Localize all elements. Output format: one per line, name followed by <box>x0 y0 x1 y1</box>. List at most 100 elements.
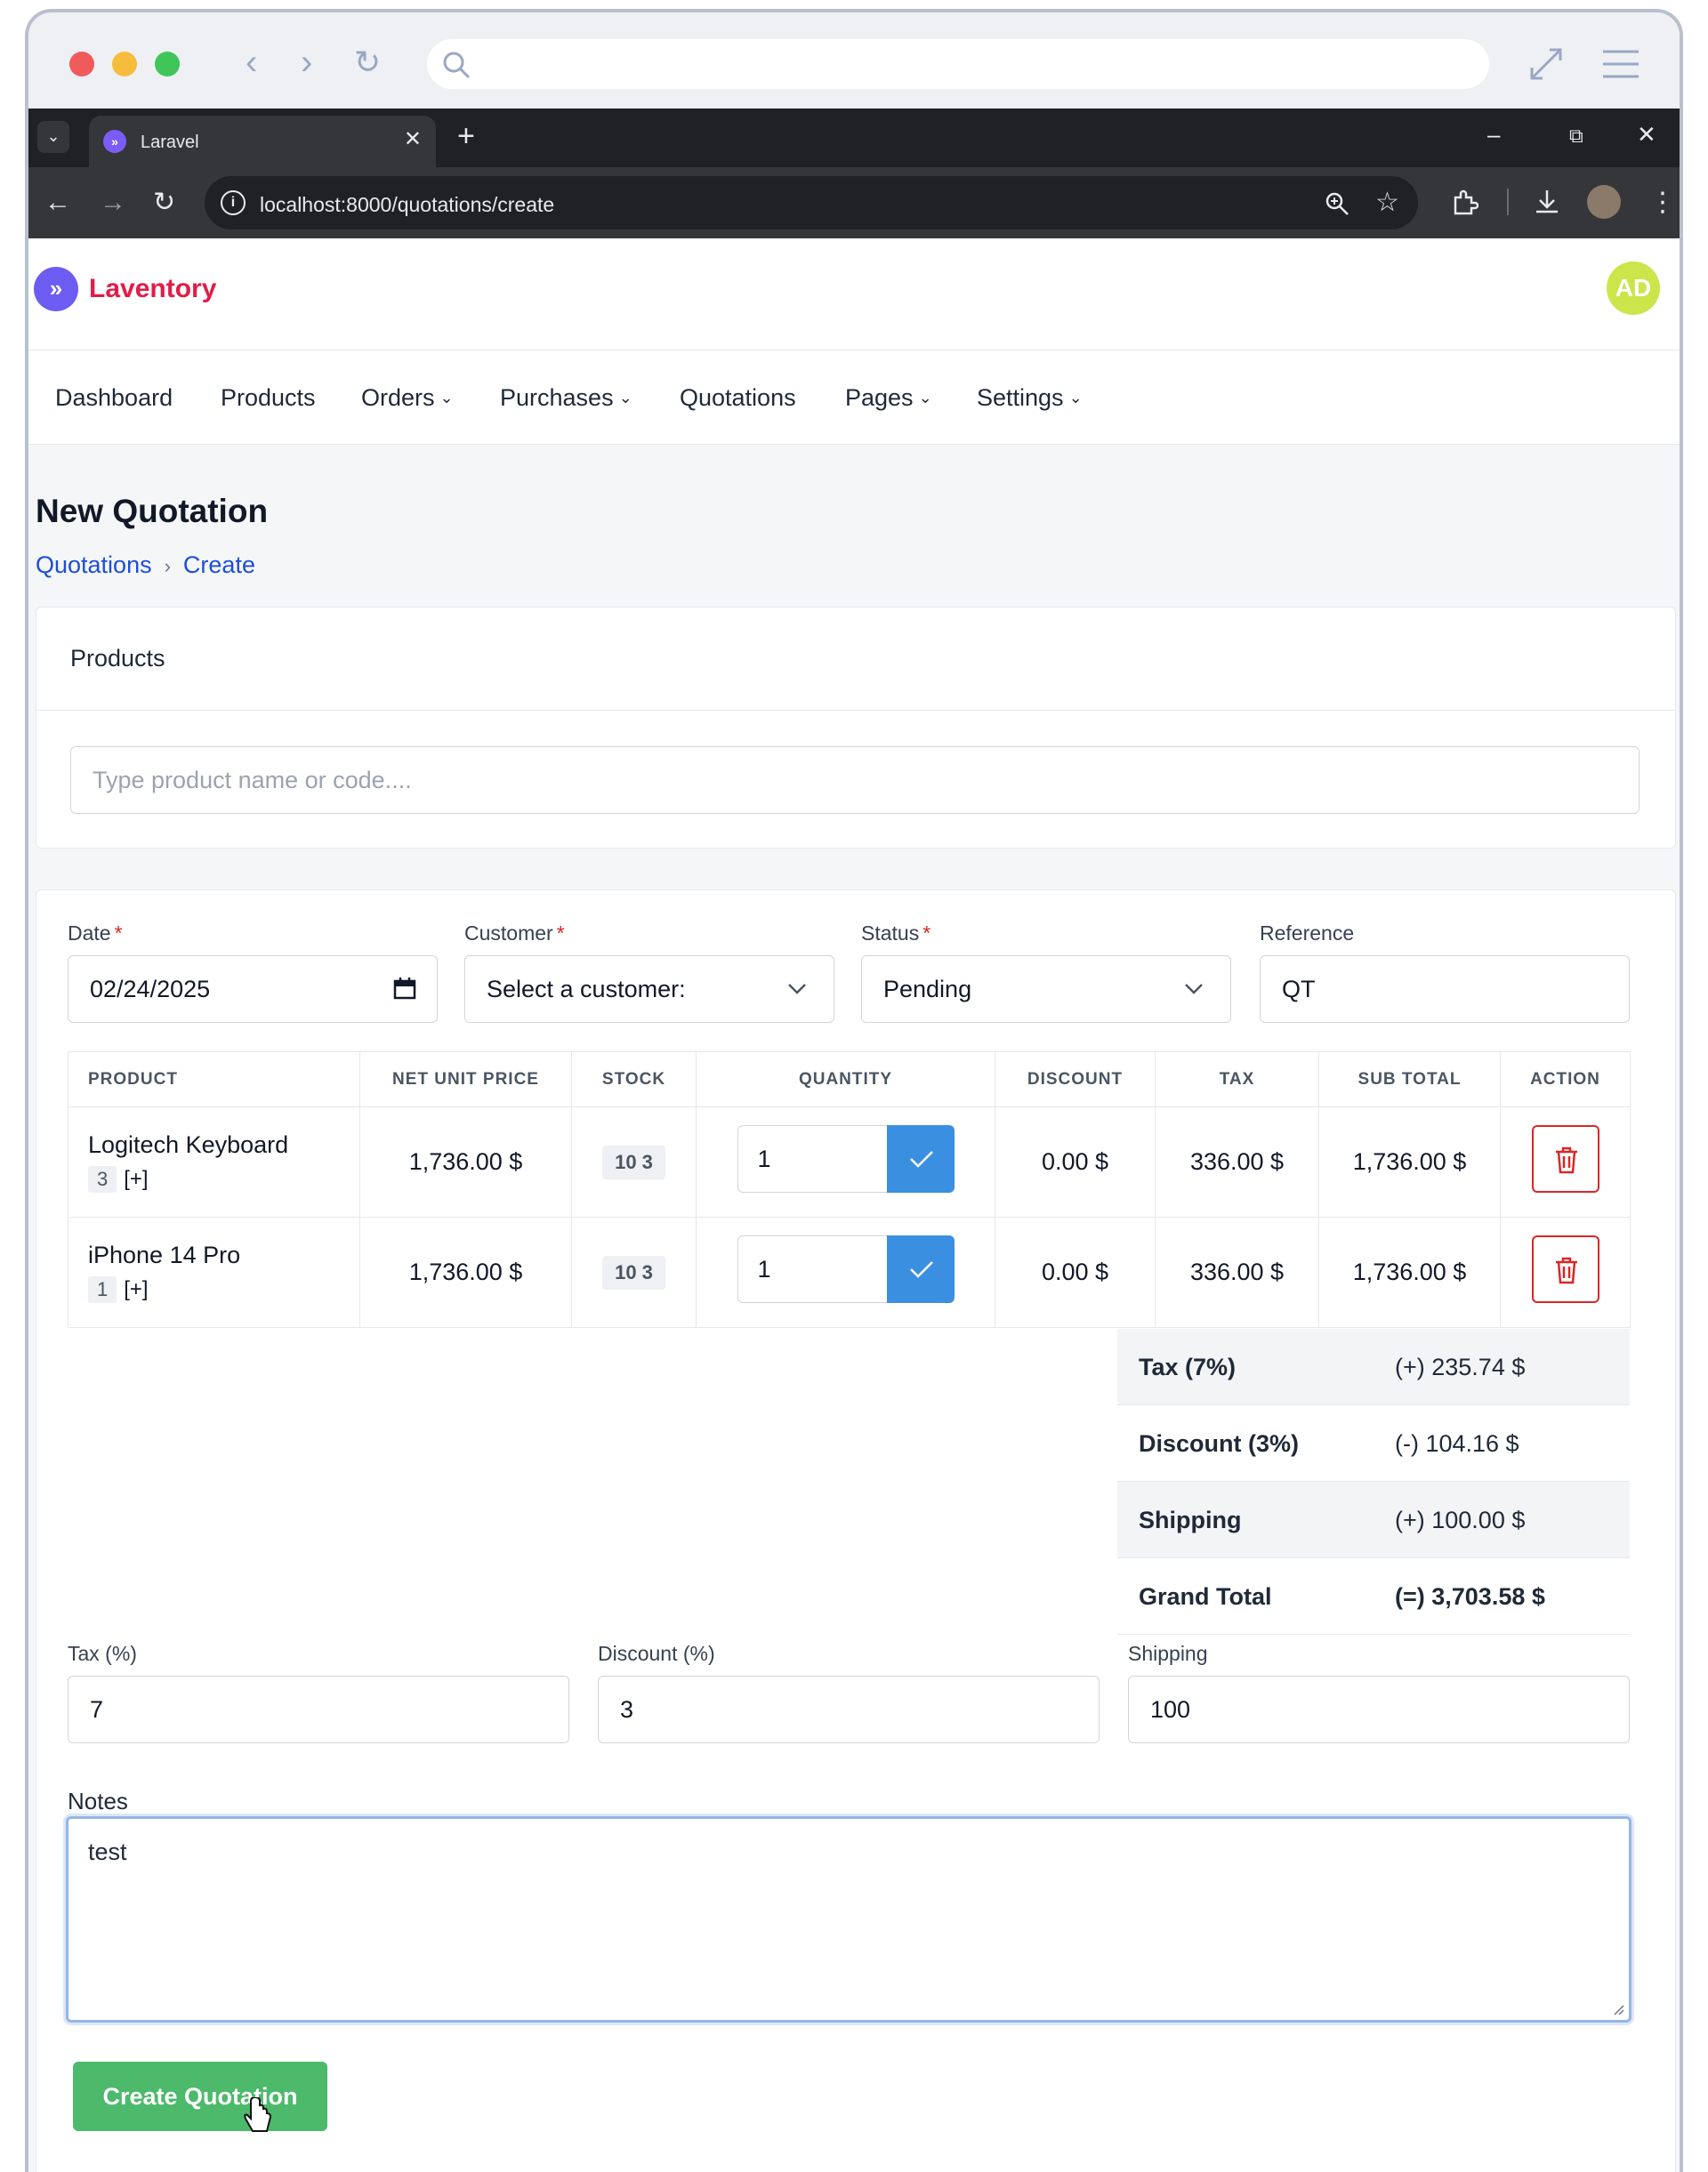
status-select[interactable]: Pending <box>861 955 1231 1023</box>
delete-item-button[interactable] <box>1531 1235 1599 1303</box>
status-label: Status * <box>861 921 931 945</box>
chevron-down-icon: ⌄ <box>618 389 632 406</box>
summary-shipping-value: (+) 100.00 $ <box>1395 1507 1526 1533</box>
nav-purchases[interactable]: Purchases ⌄ <box>500 384 632 412</box>
hand-cursor-icon <box>244 2097 272 2132</box>
notes-textarea[interactable]: test <box>66 1816 1631 2023</box>
forward-arrow-icon[interactable]: → <box>100 185 126 221</box>
close-tab-icon[interactable]: ✕ <box>404 126 422 152</box>
date-value: 02/24/2025 <box>90 976 211 1002</box>
subtotal-cell: 1,736.00 $ <box>1318 1106 1501 1218</box>
tax-percent-value: 7 <box>90 1696 104 1723</box>
expand-icon[interactable] <box>1528 46 1564 82</box>
column-header: NET UNIT PRICE <box>359 1051 572 1107</box>
date-input[interactable]: 02/24/2025 <box>68 955 438 1023</box>
quantity-cell: 1 <box>696 1106 995 1218</box>
discount-percent-value: 3 <box>620 1696 634 1723</box>
browser-tab[interactable]: » Laravel ✕ <box>89 116 436 167</box>
table-row: iPhone 14 Pro 1 [+] 1,736.00 $ 10 3 1 0.0… <box>68 1217 1631 1328</box>
action-cell <box>1500 1217 1631 1328</box>
trash-icon <box>1555 1146 1577 1174</box>
breadcrumb-quotations[interactable]: Quotations <box>36 551 152 578</box>
breadcrumb-create[interactable]: Create <box>183 551 255 578</box>
bookmark-star-icon[interactable]: ☆ <box>1375 185 1399 221</box>
zoom-icon[interactable] <box>1324 190 1350 217</box>
nav-orders[interactable]: Orders ⌄ <box>361 384 454 412</box>
restore-icon[interactable]: ⧉ <box>1569 125 1583 148</box>
calendar-icon[interactable] <box>392 976 417 1001</box>
minimize-icon[interactable]: – <box>1487 121 1500 149</box>
user-avatar[interactable]: AD <box>1607 261 1660 315</box>
subtotal-cell: 1,736.00 $ <box>1318 1217 1501 1328</box>
chevron-down-icon <box>788 984 806 994</box>
tab-strip: ⌄ » Laravel ✕ + – ⧉ ✕ <box>28 109 1680 167</box>
logo-icon[interactable]: » <box>34 267 78 311</box>
forward-icon[interactable]: › <box>301 44 312 80</box>
close-icon[interactable]: ✕ <box>1637 121 1656 149</box>
summary-discount-value: (-) 104.16 $ <box>1395 1430 1519 1457</box>
minimize-window-button[interactable] <box>112 52 137 76</box>
extensions-icon[interactable] <box>1450 189 1478 217</box>
omnibox[interactable]: i localhost:8000/quotations/create ☆ <box>205 176 1418 229</box>
tax-cell: 336.00 $ <box>1155 1217 1319 1328</box>
reload-icon[interactable]: ↻ <box>354 44 381 80</box>
download-icon[interactable] <box>1532 187 1562 217</box>
nav-products[interactable]: Products <box>221 384 316 412</box>
menu-icon[interactable] <box>1601 48 1640 80</box>
shipping-label: Shipping <box>1128 1642 1208 1665</box>
maximize-window-button[interactable] <box>155 52 180 76</box>
tab-title: Laravel <box>141 133 199 152</box>
toolbar-divider <box>1507 189 1509 215</box>
chevron-down-icon: ⌄ <box>918 389 932 406</box>
nav-pages[interactable]: Pages ⌄ <box>845 384 932 412</box>
delete-item-button[interactable] <box>1531 1125 1599 1193</box>
mac-address-bar[interactable] <box>427 39 1489 89</box>
shipping-input[interactable]: 100 <box>1128 1676 1630 1743</box>
create-quotation-button[interactable]: Create Quotation <box>73 2062 327 2131</box>
chevron-down-icon <box>1185 984 1203 994</box>
items-table: PRODUCT NET UNIT PRICE STOCK QUANTITY DI… <box>68 1051 1631 1328</box>
discount-percent-label: Discount (%) <box>598 1642 715 1665</box>
stock-badge: 10 3 <box>602 1145 665 1179</box>
customer-label-text: Customer <box>464 921 553 945</box>
more-menu-icon[interactable]: ⋮ <box>1649 185 1676 221</box>
reload-icon[interactable]: ↻ <box>153 185 175 221</box>
quantity-input[interactable]: 1 <box>737 1125 889 1193</box>
grand-total-value: (=) 3,703.58 $ <box>1395 1583 1545 1610</box>
discount-cell: 0.00 $ <box>995 1217 1156 1328</box>
site-info-icon[interactable]: i <box>221 190 246 215</box>
nav-settings-label: Settings <box>977 384 1064 411</box>
nav-quotations[interactable]: Quotations <box>680 384 796 412</box>
required-mark: * <box>922 921 931 945</box>
tax-percent-input[interactable]: 7 <box>68 1676 569 1743</box>
column-header: ACTION <box>1500 1051 1631 1107</box>
back-arrow-icon[interactable]: ← <box>44 185 71 221</box>
update-quantity-button[interactable] <box>886 1235 955 1303</box>
product-code-badge: 1 <box>88 1276 117 1303</box>
summary-shipping-label: Shipping <box>1139 1507 1242 1533</box>
resize-handle-icon[interactable] <box>1611 2002 1625 2016</box>
products-card-header: Products <box>36 607 1675 711</box>
summary-grand-total-row: Grand Total (=) 3,703.58 $ <box>1117 1558 1630 1635</box>
new-tab-icon[interactable]: + <box>457 119 475 154</box>
quantity-stepper: 1 <box>737 1235 955 1303</box>
products-card: Products Type product name or code.... <box>36 607 1676 849</box>
product-search-input[interactable]: Type product name or code.... <box>70 746 1640 814</box>
reference-input[interactable]: QT <box>1260 955 1630 1023</box>
discount-cell: 0.00 $ <box>995 1106 1156 1218</box>
nav-settings[interactable]: Settings ⌄ <box>977 384 1083 412</box>
tab-search-button[interactable]: ⌄ <box>37 121 69 153</box>
brand-name[interactable]: Laventory <box>89 274 216 304</box>
quantity-input[interactable]: 1 <box>737 1235 889 1303</box>
discount-percent-input[interactable]: 3 <box>598 1676 1100 1743</box>
nav-dashboard[interactable]: Dashboard <box>55 384 173 412</box>
close-window-button[interactable] <box>69 52 94 76</box>
stock-badge: 10 3 <box>602 1255 665 1290</box>
product-add-link[interactable]: [+] <box>124 1277 148 1301</box>
customer-select[interactable]: Select a customer: <box>464 955 834 1023</box>
update-quantity-button[interactable] <box>886 1125 955 1193</box>
product-add-link[interactable]: [+] <box>124 1167 148 1191</box>
check-icon <box>909 1151 933 1168</box>
profile-avatar[interactable] <box>1587 185 1621 219</box>
back-icon[interactable]: ‹ <box>246 44 257 80</box>
